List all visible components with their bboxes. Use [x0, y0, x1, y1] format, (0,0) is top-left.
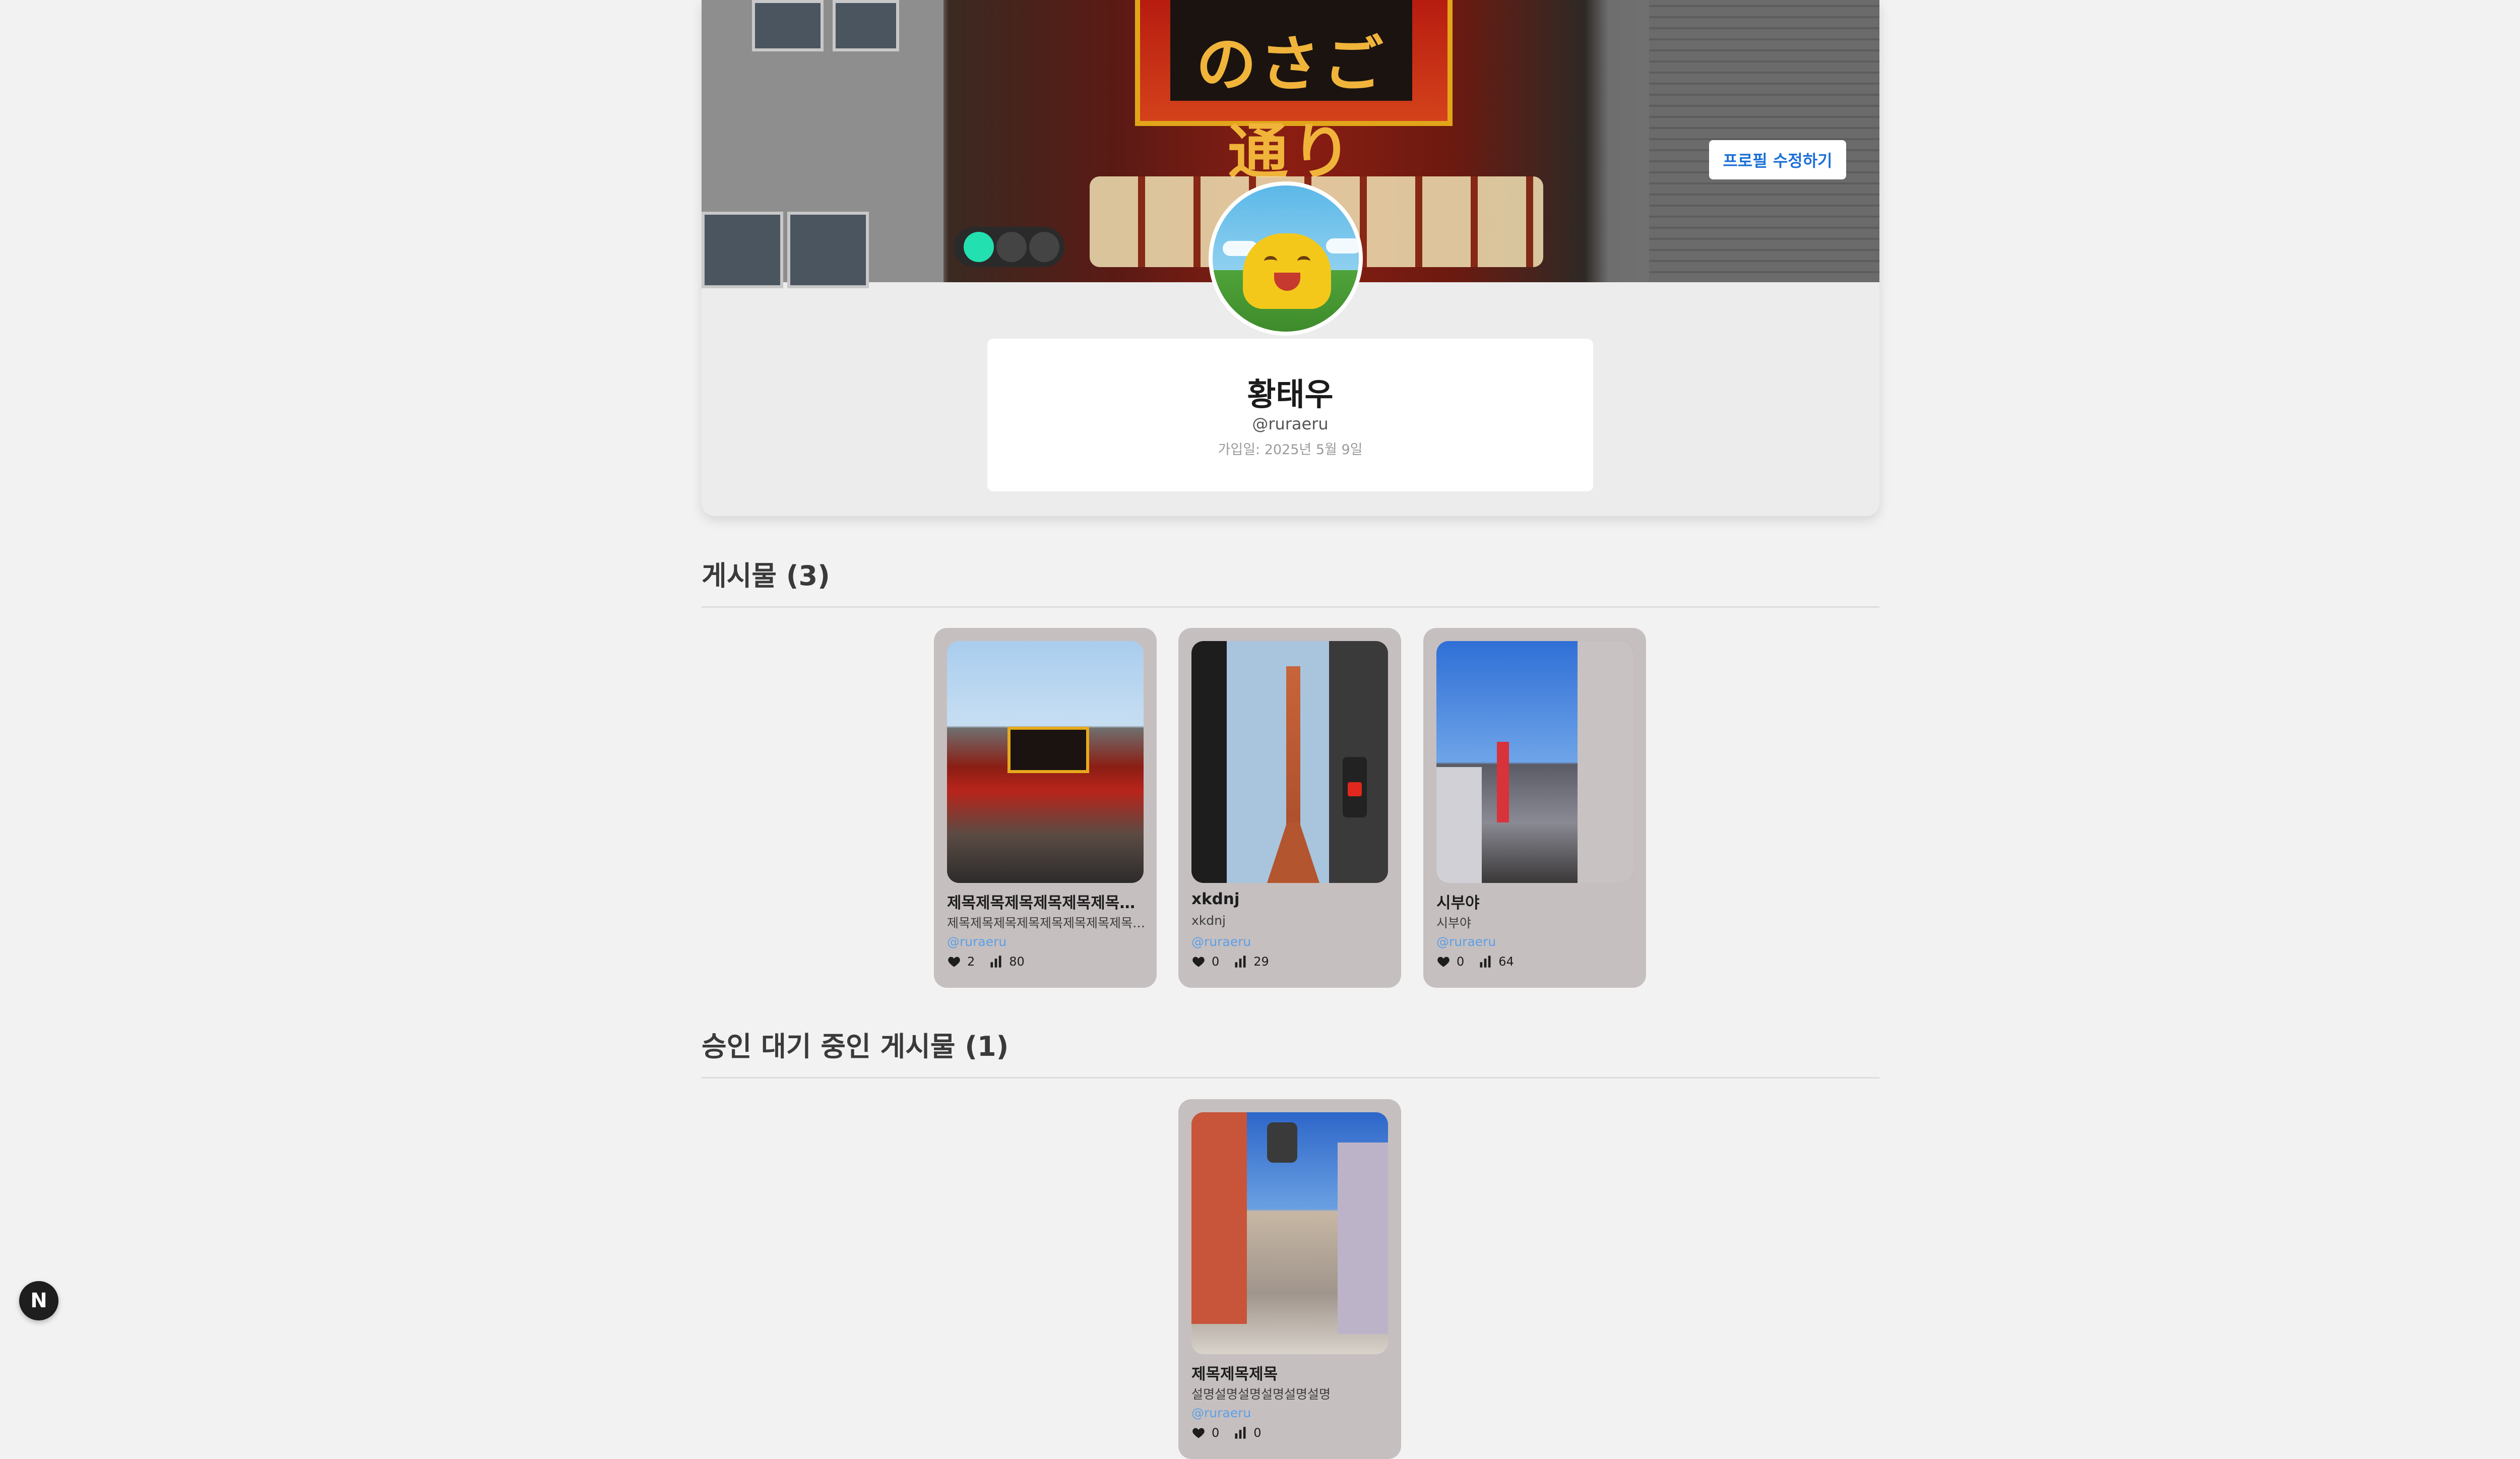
view-count: 29 — [1253, 955, 1269, 969]
pending-section-title: 승인 대기 중인 게시물 (1) — [702, 1024, 1879, 1079]
thumbnail-signboard — [1267, 1122, 1297, 1163]
post-thumbnail[interactable] — [1191, 641, 1388, 883]
post-description: 설명설명설명설명설명설명 — [1191, 1387, 1331, 1402]
view-count: 0 — [1253, 1426, 1262, 1440]
nextjs-dev-badge[interactable]: N — [19, 1281, 58, 1320]
thumbnail-signboard — [1497, 742, 1509, 822]
profile-info: 황태우 @ruraeru 가입일: 2025년 5월 9일 — [987, 339, 1593, 491]
thumbnail-building — [1578, 641, 1633, 883]
heart-icon — [1437, 957, 1450, 967]
post-stats: 0 0 — [1191, 1426, 1262, 1440]
heart-icon — [1192, 1428, 1205, 1438]
like-count: 0 — [1212, 955, 1220, 969]
post-description: 제목제목제목제목제목제목제목제목제목제목제목 — [947, 916, 1146, 930]
avatar-character — [1243, 233, 1331, 309]
thumbnail-sign — [1007, 727, 1089, 773]
edit-profile-button[interactable]: 프로필 수정하기 — [1709, 140, 1846, 179]
cover-window — [787, 212, 869, 288]
post-author-link[interactable]: @ruraeru — [947, 934, 1006, 949]
thumbnail-traffic-light — [1343, 757, 1367, 817]
cover-window — [752, 0, 824, 51]
views-chart-icon — [1235, 956, 1246, 968]
post-title: 제목제목제목 — [1191, 1365, 1278, 1383]
profile-card: のさご通り 프로필 수정하기 황태우 @ruraeru 가입일: 2025년 5… — [702, 0, 1879, 516]
avatar-cloud — [1326, 238, 1359, 253]
views-chart-icon — [1480, 956, 1491, 968]
profile-handle: @ruraeru — [1252, 414, 1329, 433]
post-card[interactable]: xkdnj xkdnj @ruraeru 0 29 — [1178, 628, 1401, 988]
like-count: 0 — [1212, 1426, 1220, 1440]
views-chart-icon — [990, 956, 1001, 968]
posts-section-title: 게시물 (3) — [702, 553, 1879, 608]
avatar-mouth — [1274, 273, 1300, 291]
like-count: 2 — [967, 955, 975, 969]
post-title: 시부야 — [1436, 894, 1480, 912]
post-thumbnail[interactable] — [947, 641, 1144, 883]
thumbnail-building — [1338, 1143, 1388, 1334]
avatar-eye — [1264, 256, 1277, 267]
post-description: xkdnj — [1191, 913, 1226, 928]
post-author-link[interactable]: @ruraeru — [1191, 934, 1251, 949]
profile-name: 황태우 — [1247, 376, 1334, 413]
post-card[interactable]: 시부야 시부야 @ruraeru 0 64 — [1423, 628, 1646, 988]
cover-sign-text: のさご通り — [1196, 29, 1387, 187]
thumbnail-building — [1436, 767, 1482, 883]
cover-window — [833, 0, 899, 51]
post-thumbnail[interactable] — [1191, 1112, 1388, 1354]
post-author-link[interactable]: @ruraeru — [1191, 1406, 1251, 1420]
cover-building-left — [702, 0, 943, 288]
pending-post-card[interactable]: 제목제목제목 설명설명설명설명설명설명 @ruraeru 0 0 — [1178, 1099, 1401, 1459]
views-chart-icon — [1235, 1427, 1246, 1439]
thumbnail-building — [1191, 1112, 1247, 1324]
heart-icon — [1192, 957, 1205, 967]
post-stats: 0 64 — [1436, 955, 1514, 969]
heart-icon — [948, 957, 960, 967]
view-count: 80 — [1009, 955, 1025, 969]
thumbnail-tower-base — [1267, 822, 1319, 883]
cover-sign: のさご通り — [1135, 0, 1453, 187]
post-card[interactable]: 제목제목제목제목제목제목제목제목제목제목 제목제목제목제목제목제목제목제목제목제… — [934, 628, 1157, 988]
cover-window — [702, 212, 783, 288]
post-thumbnail[interactable] — [1436, 641, 1633, 883]
post-title: 제목제목제목제목제목제목제목제목제목제목 — [947, 894, 1146, 912]
profile-joined-date: 가입일: 2025년 5월 9일 — [1218, 442, 1363, 458]
traffic-light-graphic — [954, 227, 1064, 267]
view-count: 64 — [1498, 955, 1514, 969]
like-count: 0 — [1457, 955, 1465, 969]
post-stats: 2 80 — [947, 955, 1025, 969]
post-title: xkdnj — [1191, 890, 1240, 908]
avatar — [1209, 181, 1363, 336]
post-author-link[interactable]: @ruraeru — [1436, 934, 1496, 949]
avatar-eye — [1297, 256, 1310, 267]
post-description: 시부야 — [1436, 916, 1472, 930]
post-stats: 0 29 — [1191, 955, 1269, 969]
